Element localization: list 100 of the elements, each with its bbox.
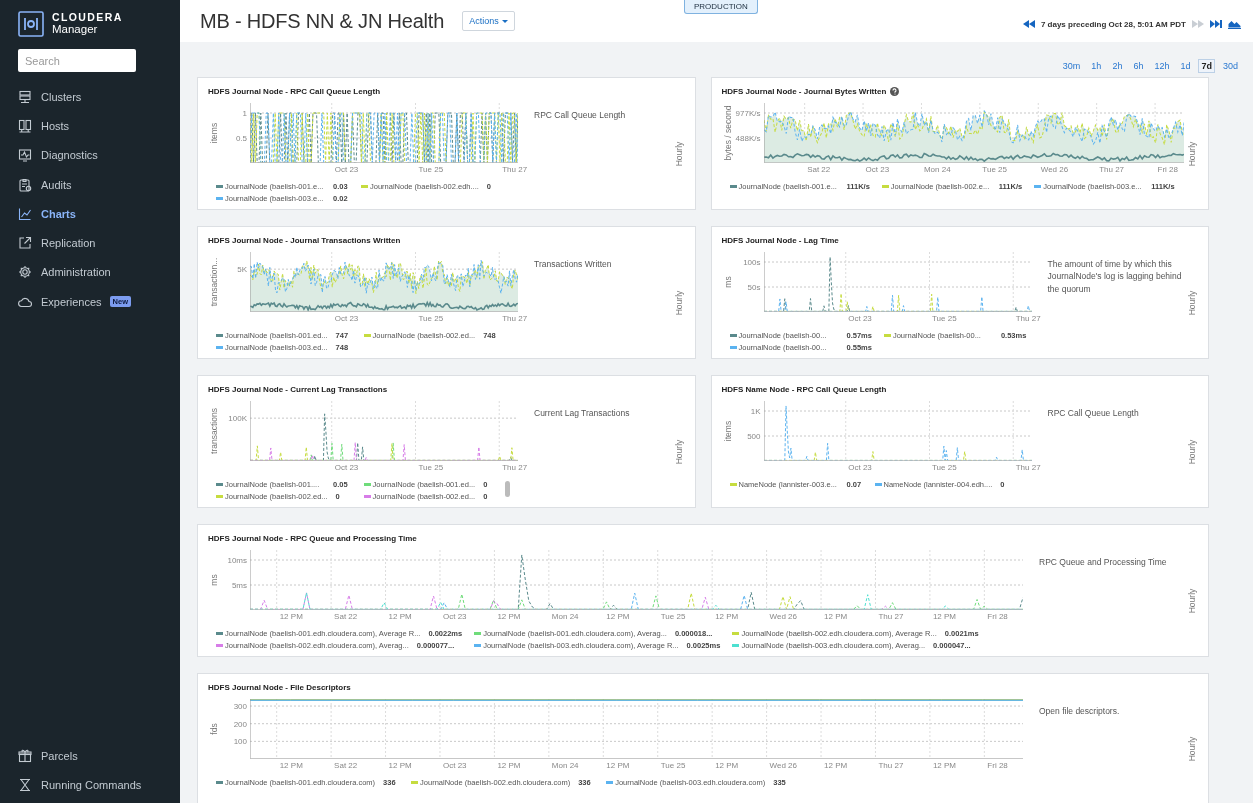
sidebar-item[interactable]: Parcels [0, 741, 96, 771]
sidebar-item[interactable]: Administration [0, 257, 129, 288]
axis-tick-label: Fri 28 [986, 761, 1008, 770]
period-label: Hourly [673, 439, 684, 464]
axis-tick-label: Wed 26 [1039, 165, 1069, 174]
time-range-link[interactable]: 1d [1177, 59, 1194, 73]
axis-tick-label: Oct 23 [333, 165, 359, 174]
axis-label: ms [209, 574, 219, 586]
logo-icon [18, 11, 44, 37]
axis-tick-label: Tue 25 [931, 463, 957, 472]
chart-title: HDFS Journal Node - Current Lag Transactions [208, 384, 388, 394]
sidebar-item[interactable]: Charts [0, 199, 94, 229]
axis-tick-label: Oct 23 [333, 463, 359, 472]
axis-tick-label: Thu 27 [877, 612, 904, 621]
chart-description: RPC Call Queue Length [1047, 407, 1140, 420]
axis-tick-label: 100 [233, 736, 247, 746]
line-chart-icon [18, 206, 33, 221]
axis-tick-label: Fri 28 [1156, 165, 1178, 174]
skip-to-end-button[interactable] [1210, 20, 1222, 28]
chart-title: HDFS Journal Node - Lag Time [721, 235, 839, 245]
clipboard-icon [18, 177, 33, 192]
axis-tick-label: Tue 25 [659, 761, 686, 770]
axis-tick-label: Mon 24 [550, 612, 579, 621]
axis-tick-label: 1K [750, 406, 761, 416]
axis-tick-label: 500 [747, 431, 761, 441]
axis-tick-label: Tue 25 [417, 314, 444, 323]
axis-label: bytes / second [722, 105, 733, 161]
period-label: Hourly [673, 290, 684, 315]
axis-tick-label: Thu 27 [501, 314, 528, 323]
sidebar-item[interactable]: Hosts [0, 111, 88, 141]
axis-tick-label: 200 [233, 719, 247, 729]
time-range-link[interactable]: 7d [1198, 59, 1215, 73]
axis-tick-label: Thu 27 [1014, 463, 1041, 472]
axis-tick-label: 12 PM [931, 761, 957, 770]
axis-tick-label: Tue 25 [659, 612, 686, 621]
axis-tick-label: 12 PM [387, 612, 412, 621]
chart-title: HDFS Journal Node - File Descriptors [208, 682, 351, 692]
axis-tick-label: Wed 26 [768, 761, 798, 770]
time-range-link[interactable]: 6h [1130, 59, 1147, 73]
axis-tick-label: 100s [743, 257, 761, 267]
time-range-link[interactable]: 12h [1151, 59, 1173, 73]
chart-title: HDFS Journal Node - RPC Queue and Processing Time [208, 533, 417, 543]
time-window-label: 7 days preceding Oct 28, 5:01 AM PDT [1040, 19, 1186, 29]
axis-tick-label: Oct 23 [333, 314, 359, 323]
axis-tick-label: Wed 26 [768, 612, 798, 621]
time-range-link[interactable]: 2h [1109, 59, 1126, 73]
axis-tick-label: 12 PM [278, 612, 303, 621]
skip-to-end-icon [1210, 20, 1222, 28]
axis-tick-label: 10ms [227, 555, 247, 565]
chart-description: Transactions Written [534, 258, 613, 271]
hourglass-icon [18, 778, 33, 793]
axis-label: transactions [209, 408, 219, 454]
host-columns-icon [18, 118, 33, 133]
axis-tick-label: 12 PM [823, 761, 848, 770]
search-field[interactable]: Search [18, 49, 136, 72]
axis-tick-label: 5ms [231, 580, 247, 590]
page-title: MB - HDFS NN & JN Health [200, 9, 445, 33]
sidebar-item[interactable]: Running Commands [0, 770, 160, 800]
axis-tick-label: Tue 25 [417, 463, 444, 472]
axis-label: ms [722, 276, 733, 288]
axis-tick-label: Thu 27 [1014, 314, 1041, 323]
axis-tick-label: Tue 25 [931, 314, 957, 323]
axis-tick-label: 488K/s [735, 133, 761, 143]
chart-description: The amount of time by which this JournalNode's log is lagging behind the quorum [1047, 258, 1183, 295]
axis-tick-label: Thu 27 [1098, 165, 1125, 174]
time-range-link[interactable]: 1h [1088, 59, 1105, 73]
axis-tick-label: Thu 27 [877, 761, 904, 770]
axis-tick-label: 0.5 [235, 133, 247, 143]
axis-label: fds [209, 723, 219, 735]
axis-tick-label: Fri 28 [986, 612, 1008, 621]
area-chart-icon [1228, 19, 1241, 29]
axis-tick-label: Oct 23 [441, 612, 467, 621]
sidebar-item[interactable]: Replication [0, 228, 114, 258]
axis-tick-label: Oct 23 [441, 761, 467, 770]
axis-tick-label: 1 [242, 108, 247, 118]
axis-tick-label: 50s [747, 282, 761, 292]
time-range-link[interactable]: 30d [1219, 59, 1241, 73]
pulse-monitor-icon [18, 148, 33, 163]
rewind-button[interactable] [1022, 20, 1035, 28]
chart-description: Current Lag Transactions [534, 407, 631, 420]
sidebar-item[interactable]: Audits [0, 169, 90, 200]
area-chart-button[interactable] [1228, 19, 1241, 29]
actions-button[interactable]: Actions [462, 11, 515, 31]
axis-tick-label: 5K [237, 264, 247, 274]
sidebar-item[interactable]: Clusters [0, 82, 100, 112]
axis-tick-label: Thu 27 [501, 463, 528, 472]
time-range-link[interactable]: 30m [1059, 59, 1084, 73]
chart-title: HDFS Journal Node - Journal Bytes Written [721, 86, 887, 96]
axis-label: items [209, 122, 219, 144]
chart-description: Open file descriptors. [1039, 705, 1121, 718]
scrollbar-thumb[interactable] [505, 481, 511, 497]
chart-title: HDFS Journal Node - RPC Call Queue Length [208, 86, 380, 96]
sidebar-item[interactable]: Diagnostics [0, 140, 116, 170]
axis-tick-label: Oct 23 [847, 314, 872, 323]
fast-forward-icon [1192, 20, 1204, 28]
gear-icon [18, 265, 33, 280]
axis-tick-label: Sat 22 [333, 612, 358, 621]
axis-tick-label: 977K/s [735, 108, 761, 118]
period-label: Hourly [673, 141, 684, 166]
brand-name: CLOUDERA [52, 12, 123, 24]
